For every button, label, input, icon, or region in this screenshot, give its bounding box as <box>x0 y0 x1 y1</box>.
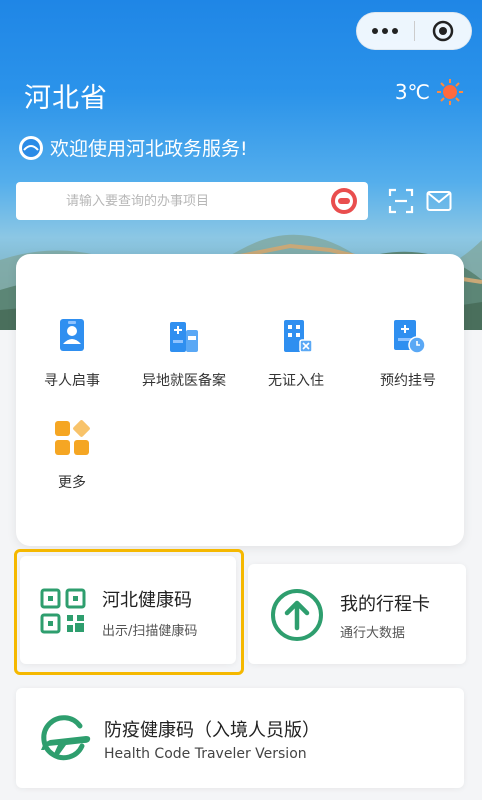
traveler-subtitle: Health Code Traveler Version <box>104 746 307 762</box>
mail-icon[interactable] <box>426 190 452 212</box>
service-more[interactable]: 更多 <box>16 418 128 492</box>
weather: 3℃ <box>395 78 464 106</box>
traveler-health-code-tile[interactable]: 防疫健康码（入境人员版） Health Code Traveler Versio… <box>16 688 464 788</box>
itinerary-title: 我的行程卡 <box>340 594 430 615</box>
welcome-text: 欢迎使用河北政务服务! <box>50 138 248 160</box>
hotel-checkin-icon <box>284 320 313 353</box>
highlight-frame <box>14 549 244 675</box>
mini-program-capsule <box>356 12 472 50</box>
search-input[interactable] <box>16 193 316 209</box>
temperature: 3℃ <box>394 80 430 104</box>
person-search-icon <box>60 319 84 351</box>
service-label: 预约挂号 <box>380 373 436 389</box>
itinerary-subtitle: 通行大数据 <box>340 626 406 641</box>
appointment-icon <box>394 320 426 354</box>
service-label: 更多 <box>58 475 86 491</box>
service-label: 异地就医备案 <box>142 373 226 389</box>
service-label: 无证入住 <box>268 373 324 389</box>
services-card: 寻人启事 异地就医备案 无证入住 预约挂号 更多 <box>16 254 464 546</box>
service-medical-record[interactable]: 异地就医备案 <box>128 316 240 390</box>
close-miniprogram-icon[interactable] <box>414 12 471 50</box>
voice-assistant-icon[interactable] <box>330 187 358 215</box>
more-grid-icon <box>55 420 90 455</box>
traveler-title: 防疫健康码（入境人员版） <box>104 720 320 741</box>
arrow-up-circle-icon <box>271 589 323 641</box>
province-selector[interactable]: 河北省 <box>24 76 108 115</box>
welcome-banner: 欢迎使用河北政务服务! <box>18 134 248 161</box>
service-hotel-checkin[interactable]: 无证入住 <box>240 316 352 390</box>
hospital-record-icon <box>170 322 198 352</box>
itinerary-card-tile[interactable]: 我的行程卡 通行大数据 <box>248 564 466 664</box>
airplane-icon <box>41 715 91 761</box>
search-bar[interactable] <box>16 182 368 220</box>
sun-icon <box>437 79 463 105</box>
service-appointment[interactable]: 预约挂号 <box>352 316 464 390</box>
more-options-icon[interactable] <box>357 12 414 50</box>
service-label: 寻人启事 <box>44 373 100 389</box>
service-person-search[interactable]: 寻人启事 <box>16 316 128 390</box>
scan-icon[interactable] <box>388 188 414 214</box>
hebei-logo-icon <box>19 135 43 160</box>
